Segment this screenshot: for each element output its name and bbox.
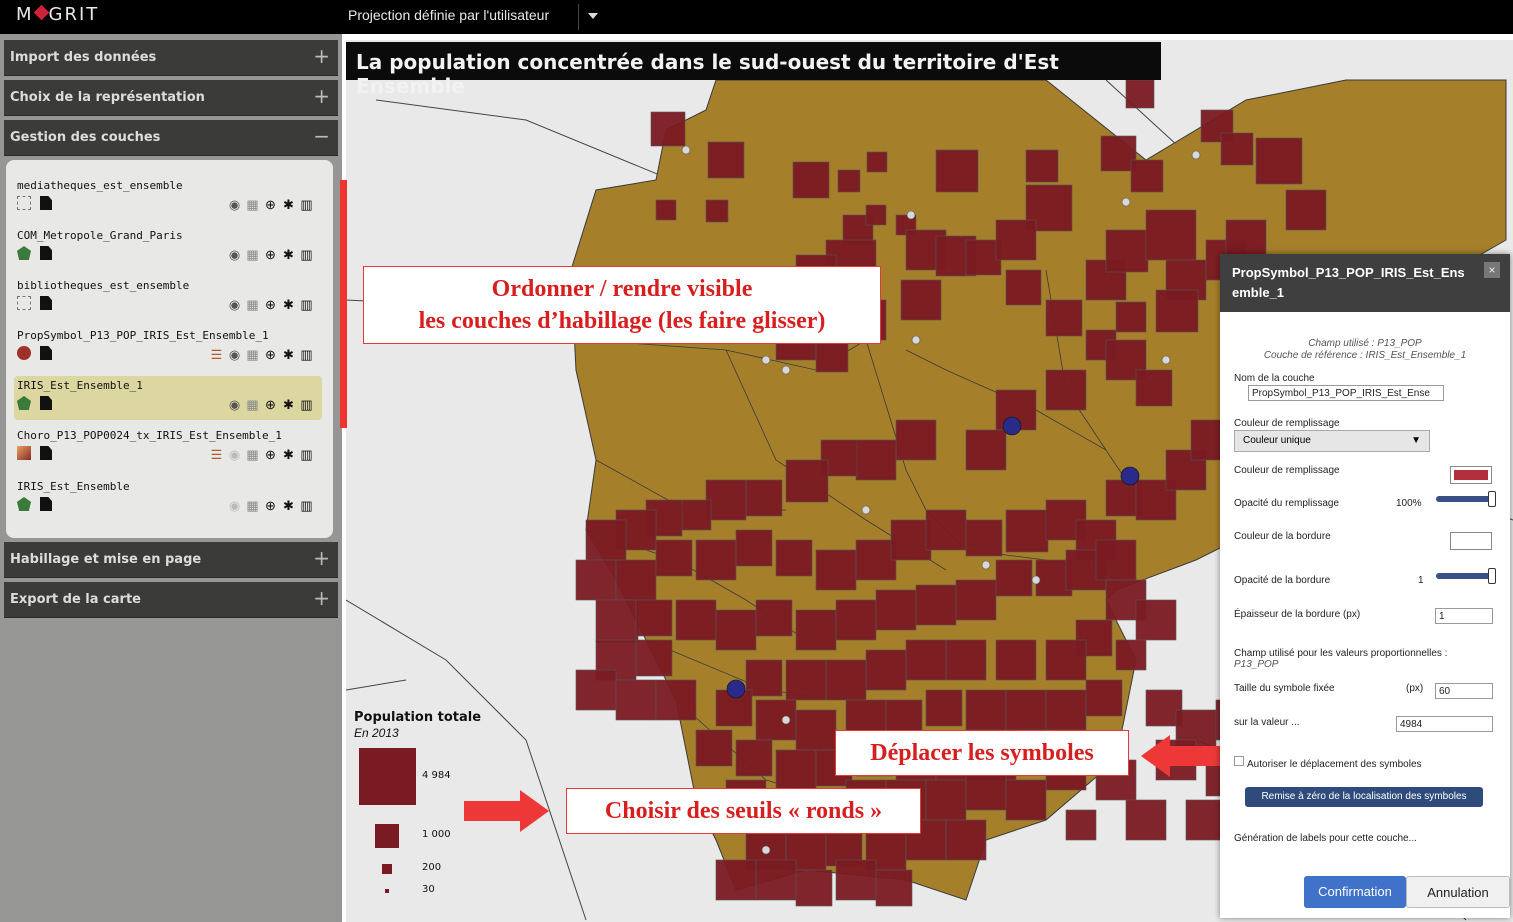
border-opacity-value: 1: [1418, 575, 1424, 586]
slider-knob[interactable]: [1488, 491, 1496, 507]
cancel-button[interactable]: Annulation: [1406, 876, 1510, 908]
fill-mode-select[interactable]: Couleur unique ▼: [1234, 430, 1430, 452]
prop-field-value: P13_POP: [1234, 659, 1279, 670]
fill-color-picker[interactable]: [1450, 466, 1492, 484]
border-opacity-label: Opacité de la bordure: [1234, 575, 1331, 586]
reset-symbols-button[interactable]: Remise à zéro de la localisation des sym…: [1245, 787, 1483, 807]
border-color-label: Couleur de la bordure: [1234, 531, 1331, 542]
border-color-picker[interactable]: [1450, 532, 1492, 550]
symbol-size-unit: (px): [1406, 683, 1424, 694]
fill-opacity-label: Opacité du remplissage: [1234, 498, 1340, 509]
slider-knob[interactable]: [1488, 568, 1496, 584]
layer-name-input[interactable]: [1248, 385, 1444, 401]
allow-move-label[interactable]: Autoriser le déplacement des symboles: [1247, 759, 1422, 770]
fill-opacity-value: 100%: [1396, 498, 1422, 509]
fill-opacity-slider[interactable]: [1436, 491, 1496, 507]
confirm-button[interactable]: Confirmation: [1304, 876, 1406, 908]
symbol-size-label: Taille du symbole fixée: [1234, 683, 1335, 694]
arrow-left-icon: [1141, 735, 1226, 777]
close-icon[interactable]: ×: [1484, 262, 1500, 278]
dialog-title: PropSymbol_P13_POP_IRIS_Est_Ensemble_1: [1220, 254, 1510, 312]
prop-field-label: Champ utilisé pour les valeurs proportio…: [1234, 648, 1448, 659]
fill-color-label: Couleur de remplissage: [1234, 418, 1340, 429]
labels-link[interactable]: Génération de labels pour cette couche..…: [1234, 833, 1417, 844]
caret-down-icon: ▼: [1411, 435, 1421, 446]
symbol-size-input[interactable]: [1435, 683, 1493, 699]
border-width-label: Épaisseur de la bordure (px): [1234, 609, 1361, 620]
layer-name-label: Nom de la couche: [1234, 373, 1315, 384]
on-value-label: sur la valeur ...: [1234, 717, 1300, 728]
ref-layer-note: Couche de référence : IRIS_Est_Ensemble_…: [1263, 350, 1467, 361]
allow-move-checkbox[interactable]: [1234, 756, 1244, 766]
border-opacity-slider[interactable]: [1436, 568, 1496, 584]
fill-color-label2: Couleur de remplissage: [1234, 465, 1340, 476]
field-used-note: Champ utilisé : P13_POP: [1308, 338, 1422, 349]
on-value-input[interactable]: [1396, 716, 1493, 732]
border-width-input[interactable]: [1435, 608, 1493, 624]
layer-style-dialog: PropSymbol_P13_POP_IRIS_Est_Ensemble_1 ×…: [1220, 254, 1510, 918]
arrow-right-icon: [464, 790, 549, 832]
